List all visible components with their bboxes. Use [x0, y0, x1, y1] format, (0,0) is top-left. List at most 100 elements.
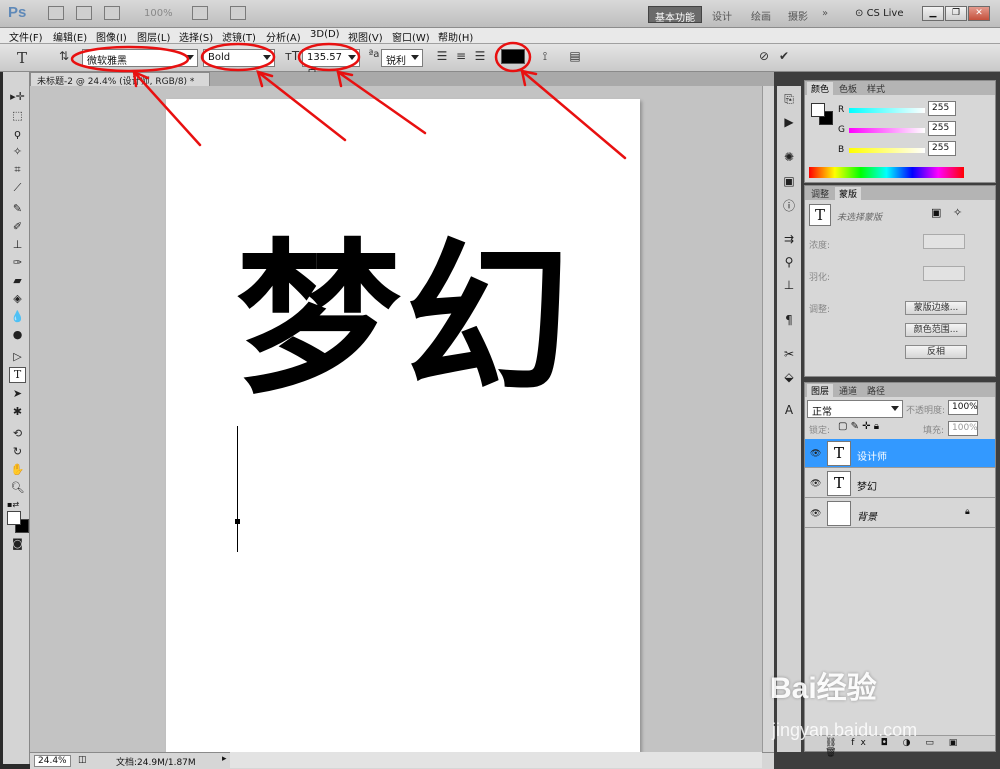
- default-colors-icon[interactable]: ▪⇄: [7, 500, 19, 509]
- layer-row[interactable]: 👁︎ T 设计师: [805, 439, 995, 468]
- tab-color[interactable]: 颜色: [807, 82, 834, 95]
- r-value[interactable]: 255: [928, 101, 956, 116]
- vector-mask-icon[interactable]: ✧: [953, 206, 962, 219]
- menu-layer[interactable]: 图层(L): [137, 29, 170, 44]
- menu-filter[interactable]: 滤镜(T): [222, 29, 256, 44]
- tool-preset-icon[interactable]: T: [14, 49, 30, 67]
- opacity-field[interactable]: 100%: [948, 400, 978, 415]
- tab-layers[interactable]: 图层: [807, 384, 834, 397]
- color-range-button[interactable]: 颜色范围...: [905, 323, 967, 337]
- info-panel-icon[interactable]: ⓘ: [781, 197, 797, 213]
- move-tool-icon[interactable]: ▸✛: [9, 90, 26, 106]
- 3d-panel-icon[interactable]: ✺: [781, 150, 797, 166]
- r-slider[interactable]: [849, 108, 925, 113]
- menu-analysis[interactable]: 分析(A): [266, 29, 301, 44]
- warp-text-icon[interactable]: ⟟: [537, 49, 553, 67]
- arrange-documents-icon[interactable]: [192, 6, 208, 20]
- font-style-select[interactable]: Bold: [203, 49, 275, 67]
- layer-row[interactable]: 👁︎ 背景 🔒︎: [805, 499, 995, 528]
- g-slider[interactable]: [849, 128, 925, 133]
- workspace-more-button[interactable]: »: [816, 6, 834, 23]
- 3d-orbit-tool-icon[interactable]: ↻: [9, 445, 26, 461]
- styles-icon[interactable]: ⬙: [781, 370, 797, 386]
- workspace-painting[interactable]: 绘画: [745, 6, 777, 23]
- path-select-tool-icon[interactable]: ▷: [9, 350, 26, 366]
- menu-3d[interactable]: 3D(D): [310, 29, 340, 40]
- bridge-icon[interactable]: [48, 6, 64, 20]
- restore-button[interactable]: ❐: [945, 6, 967, 21]
- menu-help[interactable]: 帮助(H): [438, 29, 473, 44]
- menu-window[interactable]: 窗口(W): [392, 29, 430, 44]
- tool-presets-panel-icon[interactable]: ⚲: [781, 255, 797, 271]
- character-panel-icon-dock[interactable]: A: [781, 403, 797, 419]
- canvas-text-layer[interactable]: 梦幻: [236, 238, 574, 403]
- shape-tool-icon[interactable]: ✱: [9, 405, 26, 421]
- close-button[interactable]: ✕: [968, 6, 990, 21]
- brush-panel-icon[interactable]: ▣: [781, 174, 797, 190]
- hand-tool-icon[interactable]: ✋: [9, 463, 26, 479]
- dodge-tool-icon[interactable]: ●: [9, 328, 26, 344]
- layer-row[interactable]: 👁︎ T 梦幻: [805, 469, 995, 498]
- zoom-field[interactable]: 24.4%: [34, 755, 71, 767]
- tab-adjustments[interactable]: 调整: [807, 187, 833, 200]
- g-value[interactable]: 255: [928, 121, 956, 136]
- color-spectrum[interactable]: [809, 167, 964, 178]
- character-panel-icon[interactable]: ▤: [567, 49, 583, 67]
- history-panel-icon[interactable]: ⎘: [781, 92, 797, 108]
- menu-select[interactable]: 选择(S): [179, 29, 213, 44]
- align-right-icon[interactable]: ☰: [472, 49, 488, 67]
- b-value[interactable]: 255: [928, 141, 956, 156]
- visibility-eye-icon[interactable]: 👁︎: [810, 509, 821, 519]
- menu-file[interactable]: 文件(F): [9, 29, 43, 44]
- foreground-color-swatch[interactable]: [7, 511, 21, 525]
- document-tab[interactable]: 未标题-2 @ 24.4% (设计师, RGB/8) * ⊠: [30, 72, 210, 97]
- menu-image[interactable]: 图像(I): [96, 29, 127, 44]
- brush-tool-icon[interactable]: ✐: [9, 220, 26, 236]
- healing-brush-tool-icon[interactable]: ✎: [9, 202, 26, 218]
- pixel-mask-icon[interactable]: ▣: [931, 206, 941, 219]
- align-left-icon[interactable]: ☰: [434, 49, 450, 67]
- font-size-select[interactable]: 135.57 点: [302, 49, 360, 78]
- b-slider[interactable]: [849, 148, 925, 153]
- paint-bucket-tool-icon[interactable]: ◈: [9, 292, 26, 308]
- feather-field[interactable]: [923, 266, 965, 281]
- tab-swatches[interactable]: 色板: [835, 82, 861, 95]
- history-brush-tool-icon[interactable]: ✑: [9, 256, 26, 272]
- status-options-icon[interactable]: ◫: [78, 755, 87, 765]
- minimize-button[interactable]: ▁: [922, 6, 944, 21]
- zoom-level-menu[interactable]: 100%: [144, 8, 173, 19]
- minibridge-icon[interactable]: [76, 6, 92, 20]
- cs-live-button[interactable]: ⊙ CS Live: [855, 5, 904, 23]
- visibility-eye-icon[interactable]: 👁︎: [810, 449, 821, 459]
- status-menu-arrow-icon[interactable]: ▸: [222, 754, 227, 764]
- menu-view[interactable]: 视图(V): [348, 29, 383, 44]
- align-center-icon[interactable]: ≡: [453, 49, 469, 67]
- tab-paths[interactable]: 路径: [863, 384, 889, 397]
- 3d-rotate-tool-icon[interactable]: ⟲: [9, 427, 26, 443]
- lasso-tool-icon[interactable]: ϙ: [9, 127, 26, 143]
- lock-icons[interactable]: ▢ ✎ ✛ 🔒︎: [838, 421, 879, 432]
- workspace-essentials[interactable]: 基本功能: [648, 6, 702, 24]
- paragraph-panel-icon[interactable]: ¶: [781, 313, 797, 329]
- menu-edit[interactable]: 编辑(E): [53, 29, 87, 44]
- fill-field[interactable]: 100%: [948, 421, 978, 436]
- color-fg-swatch[interactable]: [811, 103, 825, 117]
- tab-masks[interactable]: 蒙版: [835, 187, 862, 200]
- tool-options-icon[interactable]: ✂: [781, 347, 797, 363]
- actions-panel-icon[interactable]: ▶: [781, 115, 797, 131]
- tab-styles[interactable]: 样式: [863, 82, 889, 95]
- workspace-design[interactable]: 设计: [706, 6, 738, 23]
- quick-mask-icon[interactable]: ◙: [9, 537, 26, 553]
- text-color-swatch[interactable]: [501, 49, 525, 64]
- quick-select-tool-icon[interactable]: ✧: [9, 145, 26, 161]
- density-field[interactable]: [923, 234, 965, 249]
- screen-mode-icon[interactable]: [230, 6, 246, 20]
- blur-tool-icon[interactable]: 💧: [9, 310, 26, 326]
- commit-edit-icon[interactable]: ✔: [776, 49, 792, 67]
- notes-panel-icon[interactable]: ⊥: [781, 278, 797, 294]
- workspace-photography[interactable]: 摄影: [782, 6, 814, 23]
- clone-stamp-tool-icon[interactable]: ⊥: [9, 238, 26, 254]
- text-orientation-icon[interactable]: ⇅: [56, 49, 72, 67]
- invert-button[interactable]: 反相: [905, 345, 967, 359]
- zoom-tool-icon[interactable]: 🔍︎: [9, 481, 26, 497]
